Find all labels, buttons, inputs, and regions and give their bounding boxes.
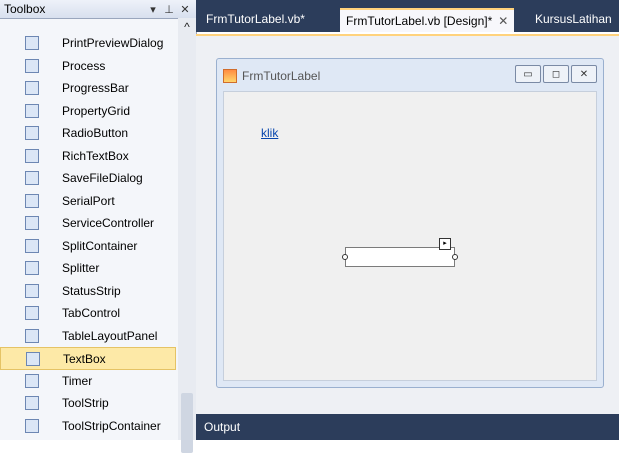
toolbox-item-label: Process: [62, 58, 106, 73]
toolbox-item-printpreviewdialog[interactable]: PrintPreviewDialog: [0, 32, 176, 55]
progressbar-icon: [25, 81, 39, 95]
toolbox-item-textbox[interactable]: TextBox: [0, 347, 176, 370]
toolbox-item-label: ProgressBar: [62, 81, 129, 95]
toolstripcontainer-icon: [25, 418, 39, 433]
form-title: FrmTutorLabel: [242, 69, 321, 83]
toolbox-item-label: PropertyGrid: [62, 103, 131, 118]
toolbox-item-splitter[interactable]: Splitter: [0, 257, 176, 280]
toolbox-item-richtextbox[interactable]: RichTextBox: [0, 145, 176, 168]
tablelayoutpanel-icon: [25, 328, 39, 343]
toolbox-item-progressbar[interactable]: ProgressBar: [0, 77, 176, 100]
scrollbar-thumb[interactable]: [181, 393, 193, 453]
pin-icon[interactable]: ⊥: [162, 3, 176, 16]
statusstrip-icon: [25, 283, 39, 298]
tab-frmtutorlabel-vb[interactable]: FrmTutorLabel.vb*: [200, 8, 311, 30]
toolbox-item-label: SerialPort: [62, 193, 115, 208]
print-preview-icon: [25, 36, 39, 50]
toolbox-item-tablelayoutpanel[interactable]: TableLayoutPanel: [0, 325, 176, 348]
toolbox-item-tabcontrol[interactable]: TabControl: [0, 302, 176, 325]
toolbox-item-label: SplitContainer: [62, 238, 138, 253]
toolbox-item-label: RichTextBox: [62, 148, 129, 163]
toolbox-item-toolstripcontainer[interactable]: ToolStripContainer: [0, 415, 176, 438]
toolbox-item-label: Splitter: [62, 261, 100, 275]
output-panel-tab[interactable]: Output: [196, 414, 619, 440]
toolbox-item-label: ServiceController: [62, 216, 155, 230]
textbox-control[interactable]: [345, 247, 455, 267]
tab-frmtutorlabel-design[interactable]: FrmTutorLabel.vb [Design]* ✕: [340, 8, 515, 32]
link-label-klik[interactable]: klik: [261, 126, 278, 140]
servicecontroller-icon: [25, 216, 39, 230]
resize-handle-left[interactable]: [342, 254, 348, 260]
toolbox-item-timer[interactable]: Timer: [0, 370, 176, 393]
radiobutton-icon: [25, 126, 39, 140]
splitcontainer-icon: [25, 238, 39, 253]
splitter-icon: [25, 261, 39, 275]
richtextbox-icon: [25, 148, 39, 163]
form-window[interactable]: FrmTutorLabel ▭ ◻ ✕ klik ▸: [216, 58, 604, 388]
tab-label: FrmTutorLabel.vb [Design]*: [346, 14, 493, 28]
toolbox-item-label: Timer: [62, 373, 93, 388]
close-icon[interactable]: ✕: [178, 3, 192, 16]
savefiledialog-icon: [25, 171, 39, 185]
window-buttons: ▭ ◻ ✕: [515, 65, 597, 83]
textbox-icon: [26, 352, 40, 366]
toolbox-item-propertygrid[interactable]: PropertyGrid: [0, 100, 176, 123]
toolbox-item-label: SaveFileDialog: [62, 171, 143, 185]
toolbox-panel: Toolbox ▾ ⊥ ✕ PrintPreviewDialog Process…: [0, 0, 197, 453]
close-icon[interactable]: ✕: [571, 65, 597, 83]
minimize-icon[interactable]: ▭: [515, 65, 541, 83]
toolbox-item-radiobutton[interactable]: RadioButton: [0, 122, 176, 145]
toolbox-item-label: RadioButton: [62, 126, 129, 140]
serialport-icon: [25, 193, 39, 208]
toolbox-item-process[interactable]: Process: [0, 55, 176, 78]
toolbox-list: PrintPreviewDialog Process ProgressBar P…: [0, 32, 176, 437]
toolbox-item-label: TabControl: [62, 306, 121, 320]
dropdown-icon[interactable]: ▾: [146, 3, 160, 16]
close-icon[interactable]: ✕: [498, 14, 508, 28]
toolbox-item-label: StatusStrip: [62, 283, 121, 298]
resize-handle-right[interactable]: [452, 254, 458, 260]
document-tabs: FrmTutorLabel.vb* FrmTutorLabel.vb [Desi…: [196, 0, 619, 32]
toolbox-item-serialport[interactable]: SerialPort: [0, 190, 176, 213]
toolbox-item-toolstrip[interactable]: ToolStrip: [0, 392, 176, 415]
toolbox-scrollbar[interactable]: ^: [178, 18, 196, 453]
tab-label: KursusLatihan: [535, 12, 612, 26]
maximize-icon[interactable]: ◻: [543, 65, 569, 83]
output-label: Output: [204, 420, 241, 434]
form-icon: [223, 69, 237, 83]
toolbox-item-label: ToolStripContainer: [62, 418, 161, 433]
toolbox-item-label: PrintPreviewDialog: [62, 36, 164, 50]
toolstrip-icon: [25, 396, 39, 410]
propertygrid-icon: [25, 103, 39, 118]
process-icon: [25, 58, 39, 73]
chevron-up-icon[interactable]: ^: [178, 18, 196, 36]
toolbox-item-savefiledialog[interactable]: SaveFileDialog: [0, 167, 176, 190]
toolbox-item-statusstrip[interactable]: StatusStrip: [0, 280, 176, 303]
toolbox-header: Toolbox ▾ ⊥ ✕: [0, 0, 196, 19]
toolbox-item-label: TextBox: [63, 352, 106, 366]
toolbox-item-servicecontroller[interactable]: ServiceController: [0, 212, 176, 235]
toolbox-title: Toolbox: [4, 2, 46, 16]
toolbox-item-label: ToolStrip: [62, 396, 109, 410]
tab-kursuslatihan[interactable]: KursusLatihan: [529, 8, 618, 30]
form-client-area[interactable]: klik ▸: [223, 91, 597, 381]
tabcontrol-icon: [25, 306, 39, 320]
smart-tag-icon[interactable]: ▸: [439, 238, 451, 250]
timer-icon: [25, 373, 39, 388]
toolbox-item-splitcontainer[interactable]: SplitContainer: [0, 235, 176, 258]
toolbox-item-label: TableLayoutPanel: [62, 328, 158, 343]
tab-label: FrmTutorLabel.vb*: [206, 12, 305, 26]
design-surface[interactable]: FrmTutorLabel ▭ ◻ ✕ klik ▸: [196, 34, 619, 416]
